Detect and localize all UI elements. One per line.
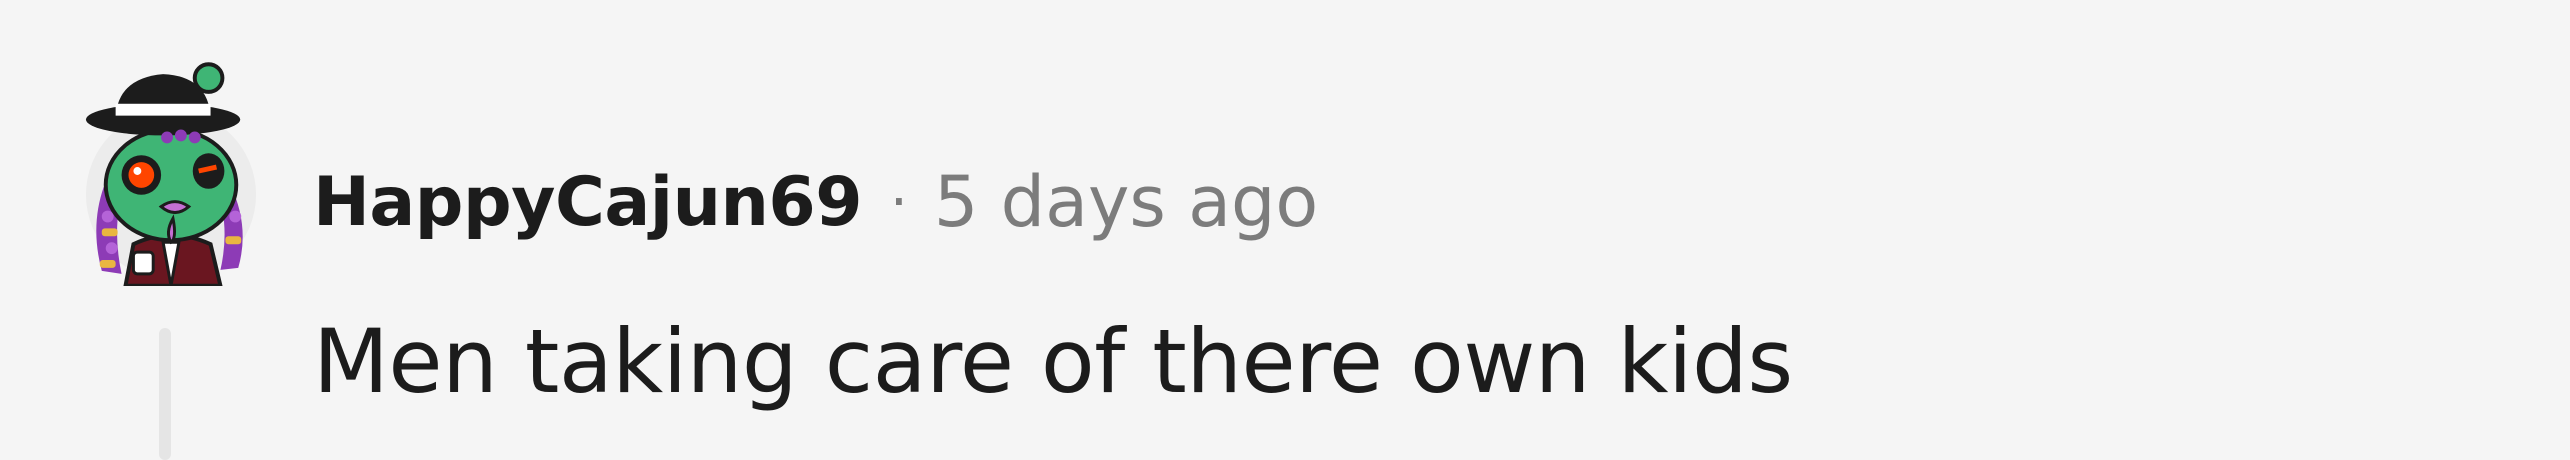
user-avatar[interactable] [82,58,260,286]
snoo-avatar-icon [85,62,257,286]
meta-separator: · [890,169,908,235]
thread-line[interactable] [159,328,171,460]
comment-body: Men taking care of there own kids [313,310,1793,413]
comment-meta: HappyCajun69 · 5 days ago [313,160,1318,244]
comment-author[interactable]: HappyCajun69 [313,163,863,242]
comment: HappyCajun69 · 5 days ago Men taking car… [0,0,2570,460]
comment-timestamp[interactable]: 5 days ago [934,161,1318,243]
